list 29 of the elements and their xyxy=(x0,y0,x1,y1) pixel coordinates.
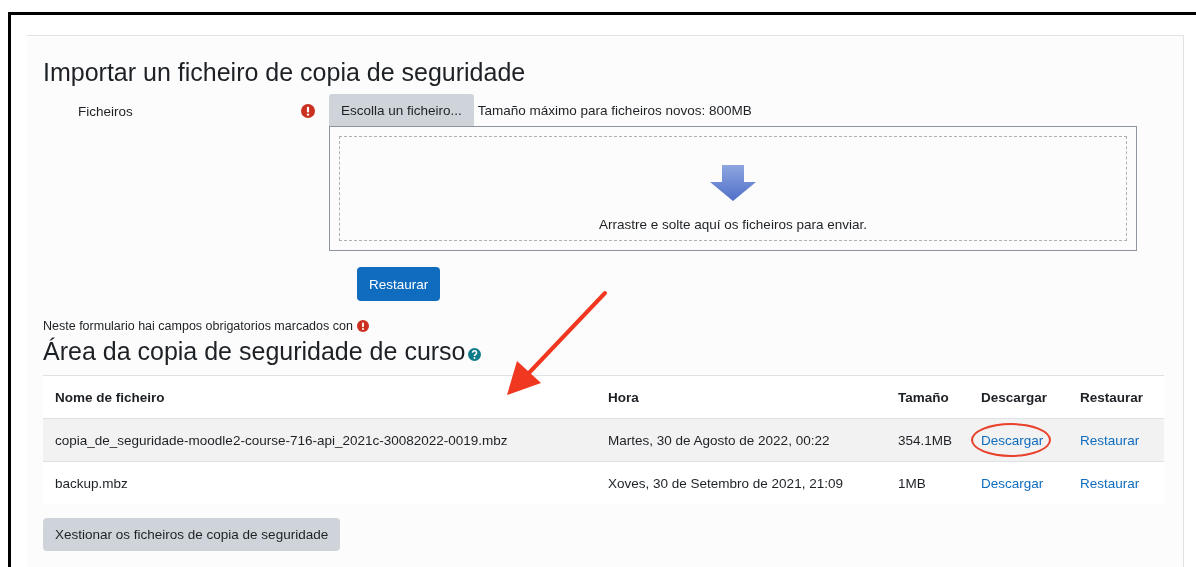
required-icon xyxy=(301,104,315,118)
restore-link[interactable]: Restaurar xyxy=(1080,475,1140,491)
section-heading: Importar un ficheiro de copia de seguridade xyxy=(43,57,527,88)
column-header: Hora xyxy=(607,389,640,405)
column-header: Descargar xyxy=(980,389,1049,405)
required-note: Neste formulario hai campos obrigatorios marcados con xyxy=(43,319,353,333)
table-cell-text: 354.1MB xyxy=(897,432,954,448)
table-cell-text: backup.mbz xyxy=(54,475,129,491)
manage-files-button[interactable]: Xestionar os ficheiros de copia de seguridade xyxy=(43,518,341,551)
help-icon[interactable] xyxy=(467,348,481,361)
section-heading: Área da copia de seguridade de curso xyxy=(43,336,466,367)
drop-zone[interactable]: Arrastre e solte aquí os ficheiros para enviar. xyxy=(329,126,1137,251)
table-cell-text: Xoves, 30 de Setembro de 2021, 21:09 xyxy=(607,475,844,491)
column-header: Restaurar xyxy=(1079,389,1145,405)
table-cell-text: Martes, 30 de Agosto de 2022, 00:22 xyxy=(607,432,831,448)
download-link[interactable]: Descargar xyxy=(981,432,1044,448)
download-link[interactable]: Descargar xyxy=(981,475,1044,491)
choose-file-button[interactable]: Escolla un ficheiro... xyxy=(329,94,474,126)
drop-hint: Arrastre e solte aquí os ficheiros para enviar. xyxy=(599,217,867,232)
field-label: Ficheiros xyxy=(78,104,133,119)
table-cell-text: 1MB xyxy=(897,475,927,491)
max-size-text: Tamaño máximo para ficheiros novos: 800MB xyxy=(477,102,752,118)
restore-link[interactable]: Restaurar xyxy=(1080,432,1140,448)
column-header: Nome de ficheiro xyxy=(54,389,166,405)
column-header: Tamaño xyxy=(897,389,950,405)
required-icon xyxy=(356,320,369,332)
table-cell-text: copia_de_seguridade-moodle2-course-716-api_2021c-30082022-0019.mbz xyxy=(54,432,509,448)
restore-button[interactable]: Restaurar xyxy=(357,267,441,301)
down-arrow-icon xyxy=(710,165,756,201)
